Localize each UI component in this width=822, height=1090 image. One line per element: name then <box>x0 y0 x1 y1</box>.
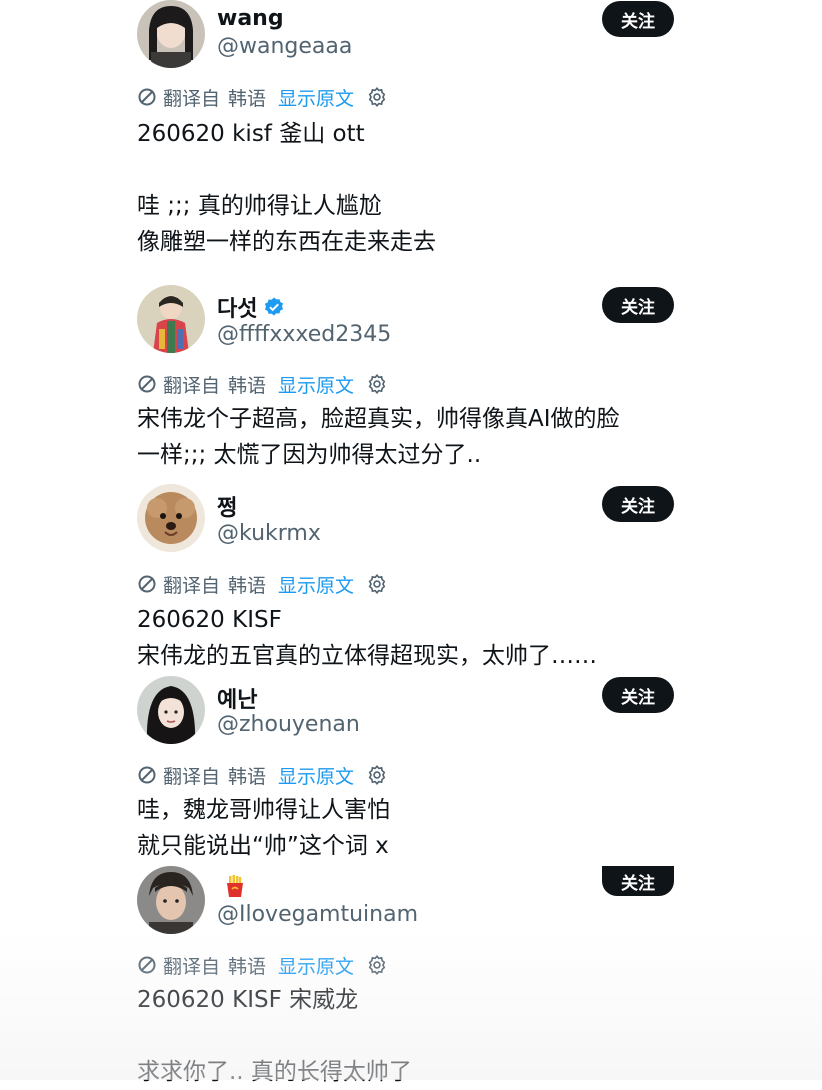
source-language: 韩语 <box>228 87 267 110</box>
translated-from-label: 翻译自 <box>163 374 221 397</box>
post-text-line: 就只能说出“帅”这个词 x <box>137 833 389 859</box>
display-name[interactable]: 쩡 <box>217 490 237 522</box>
gear-icon[interactable] <box>366 573 388 595</box>
post-text: 宋伟龙个子超高，脸超真实，帅得像真AI做的脸 一样;;; 太慌了因为帅得太过分了… <box>137 401 697 473</box>
user-handle[interactable]: @ffffxxxed2345 <box>217 322 391 347</box>
avatar[interactable] <box>137 0 205 68</box>
post-text-line <box>137 152 697 188</box>
gear-icon[interactable] <box>366 954 388 976</box>
post-text-line: 260620 KISF <box>137 607 282 633</box>
display-name-text[interactable]: wang <box>217 6 284 31</box>
post-text: 260620 kisf 釜山 ott 哇 ;;; 真的帅得让人尴尬 像雕塑一样的… <box>137 116 697 260</box>
display-name-text[interactable]: 다섯 <box>217 291 257 323</box>
translated-from-label: 翻译自 <box>163 955 221 978</box>
user-handle[interactable]: @kukrmx <box>217 521 321 546</box>
gear-icon[interactable] <box>366 86 388 108</box>
follow-button[interactable]: 关注 <box>602 486 674 522</box>
display-name[interactable]: 다섯 <box>217 291 285 323</box>
show-original-link[interactable]: 显示原文 <box>278 762 354 789</box>
translation-bar: 翻译自 韩语 显示原文 <box>137 761 388 789</box>
translation-bar: 翻译自 韩语 显示原文 <box>137 83 388 111</box>
post-text-line <box>137 1018 697 1054</box>
avatar[interactable] <box>137 285 205 353</box>
translation-bar: 翻译自 韩语 显示原文 <box>137 370 388 398</box>
post-text: 260620 KISF 宋威龙 求求你了.. 真的长得太帅了 <box>137 982 697 1090</box>
post-text-line: 哇 ;;; 真的帅得让人尴尬 <box>137 193 382 219</box>
post-text-line: 260620 KISF 宋威龙 <box>137 987 359 1013</box>
post-text-line: 像雕塑一样的东西在走来走去 <box>137 229 436 255</box>
display-name-text[interactable]: 예난 <box>217 682 257 714</box>
display-name[interactable]: wang <box>217 6 284 31</box>
display-name[interactable]: 예난 <box>217 682 257 714</box>
fries-emoji-icon <box>227 875 243 897</box>
post-text-line: 求求你了.. 真的长得太帅了 <box>137 1059 412 1085</box>
translate-icon <box>138 88 156 106</box>
user-handle[interactable]: @Ilovegamtuinam <box>217 902 418 927</box>
verified-badge-icon <box>265 297 284 316</box>
post-text-line: 一样;;; 太慌了因为帅得太过分了.. <box>137 442 482 468</box>
show-original-link[interactable]: 显示原文 <box>278 952 354 979</box>
gear-icon[interactable] <box>366 764 388 786</box>
avatar[interactable] <box>137 866 205 934</box>
post-text: 哇，魏龙哥帅得让人害怕 就只能说出“帅”这个词 x <box>137 792 697 864</box>
translation-bar: 翻译自 韩语 显示原文 <box>137 570 388 598</box>
gear-icon[interactable] <box>366 373 388 395</box>
source-language: 韩语 <box>228 955 267 978</box>
translation-bar: 翻译自 韩语 显示原文 <box>137 951 388 979</box>
translated-from-label: 翻译自 <box>163 765 221 788</box>
avatar[interactable] <box>137 676 205 744</box>
display-name[interactable] <box>217 874 247 898</box>
show-original-link[interactable]: 显示原文 <box>278 571 354 598</box>
post-text-line: 宋伟龙的五官真的立体得超现实，太帅了…… <box>137 643 597 669</box>
show-original-link[interactable]: 显示原文 <box>278 84 354 111</box>
translated-from-label: 翻译自 <box>163 87 221 110</box>
post-text-line: 260620 kisf 釜山 ott <box>137 121 365 147</box>
source-language: 韩语 <box>228 374 267 397</box>
follow-button[interactable]: 关注 <box>602 677 674 713</box>
post-text: 260620 KISF 宋伟龙的五官真的立体得超现实，太帅了…… <box>137 602 697 674</box>
source-language: 韩语 <box>228 574 267 597</box>
user-handle[interactable]: @zhouyenan <box>217 712 360 737</box>
avatar[interactable] <box>137 484 205 552</box>
display-name-text[interactable]: 쩡 <box>217 490 237 522</box>
post-text-line: 宋伟龙个子超高，脸超真实，帅得像真AI做的脸 <box>137 406 620 432</box>
show-original-link[interactable]: 显示原文 <box>278 371 354 398</box>
follow-button[interactable]: 关注 <box>602 1 674 37</box>
translate-icon <box>138 375 156 393</box>
follow-button[interactable]: 关注 <box>602 866 674 896</box>
user-handle[interactable]: @wangeaaa <box>217 34 352 59</box>
translate-icon <box>138 766 156 784</box>
translate-icon <box>138 956 156 974</box>
source-language: 韩语 <box>228 765 267 788</box>
translated-from-label: 翻译自 <box>163 574 221 597</box>
post-text-line: 哇，魏龙哥帅得让人害怕 <box>137 797 390 823</box>
follow-button[interactable]: 关注 <box>602 287 674 323</box>
translate-icon <box>138 575 156 593</box>
